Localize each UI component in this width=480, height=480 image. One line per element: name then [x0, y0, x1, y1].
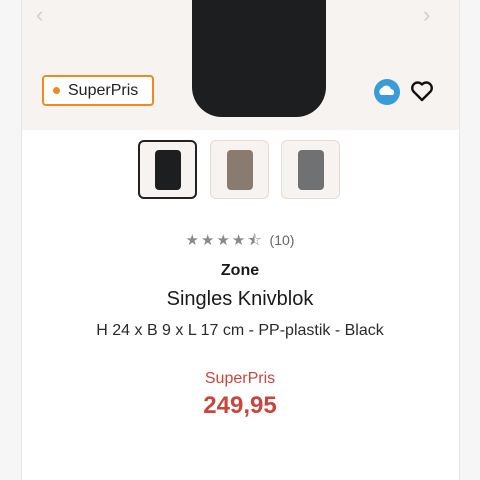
thumbnail-swatch: [154, 149, 181, 190]
eco-cloud-icon[interactable]: [373, 78, 401, 106]
product-specs: H 24 x B 9 x L 17 cm - PP-plastik - Blac…: [96, 322, 384, 339]
superpris-badge: SuperPris: [42, 75, 154, 106]
chevron-left-icon[interactable]: ‹: [36, 2, 43, 28]
thumbnail-taupe[interactable]: [210, 140, 269, 199]
product-rating[interactable]: ★★★★⯪ (10): [0, 230, 480, 255]
thumbnail-grey[interactable]: [281, 140, 340, 199]
badge-label: SuperPris: [68, 81, 139, 99]
product-brand[interactable]: Zone: [0, 262, 480, 280]
rating-count: (10): [269, 232, 295, 248]
chevron-right-icon[interactable]: ›: [423, 2, 430, 28]
thumbnail-swatch: [226, 149, 253, 190]
thumbnail-black[interactable]: [138, 140, 197, 199]
product-image-gallery[interactable]: [22, 0, 459, 130]
heart-outline-icon[interactable]: [410, 80, 434, 102]
badge-dot: [53, 87, 60, 94]
product-price: 249,95: [203, 392, 277, 419]
product-title: Singles Knivblok: [166, 288, 314, 310]
product-image: [192, 0, 326, 117]
rating-stars: ★★★★⯪: [185, 232, 264, 249]
thumbnail-swatch: [297, 149, 324, 190]
price-label: SuperPris: [204, 370, 276, 387]
